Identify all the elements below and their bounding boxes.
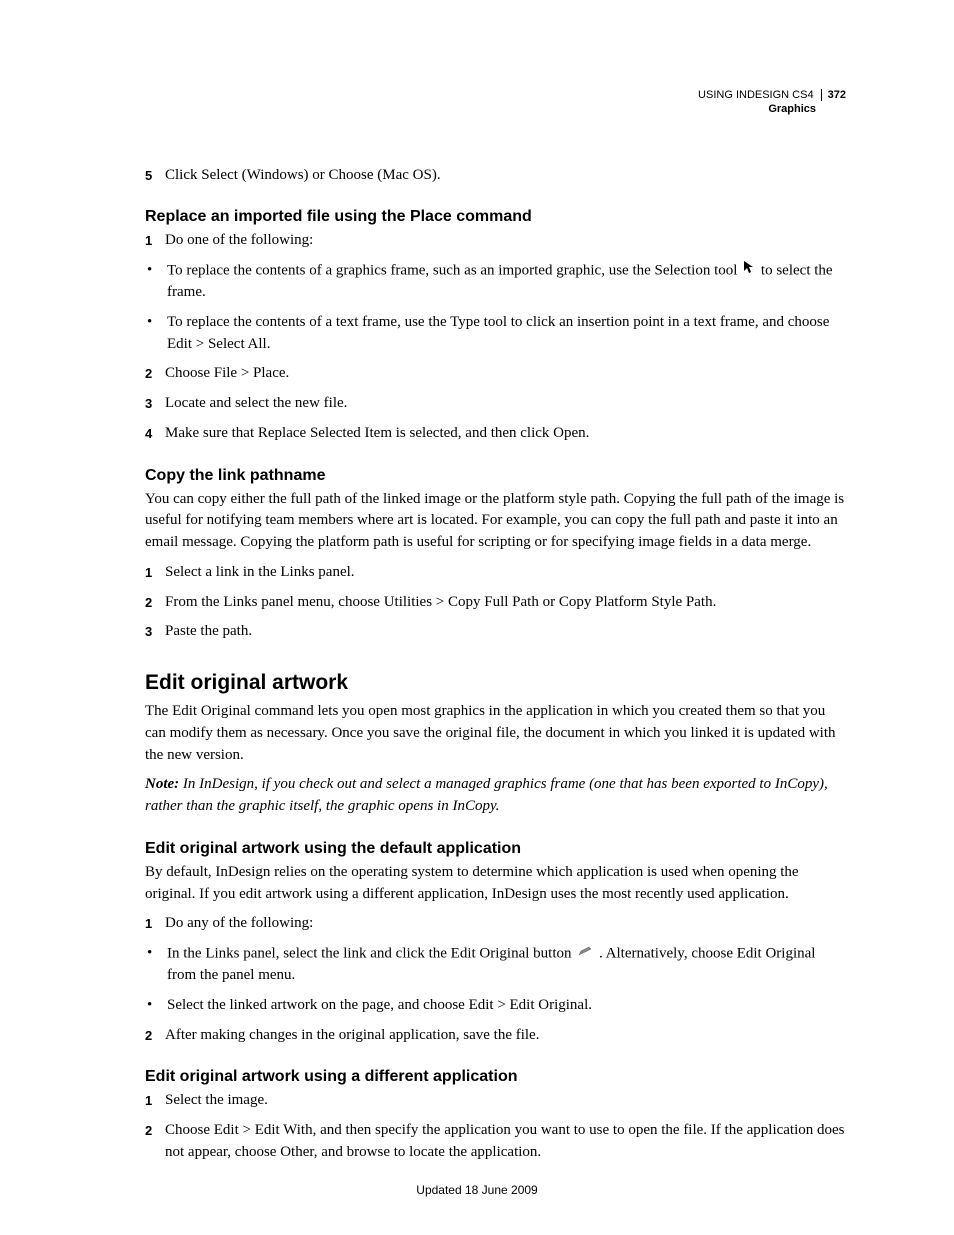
- note-label: Note:: [145, 776, 179, 792]
- replace-bullet-list: • To replace the contents of a graphics …: [145, 260, 846, 355]
- edit-default-bullet-list: • In the Links panel, select the link an…: [145, 943, 846, 1017]
- paragraph-edit-intro: The Edit Original command lets you open …: [145, 701, 846, 766]
- subheading-copy: Copy the link pathname: [145, 467, 846, 485]
- step-number: 2: [145, 592, 165, 614]
- step-number: 3: [145, 393, 165, 415]
- step-text: Paste the path.: [165, 621, 846, 643]
- step-number: 1: [145, 1090, 165, 1112]
- page-number: 372: [821, 89, 846, 101]
- subheading-replace: Replace an imported file using the Place…: [145, 208, 846, 226]
- section-heading-edit: Edit original artwork: [145, 671, 846, 695]
- subheading-edit-diff: Edit original artwork using a different …: [145, 1068, 846, 1086]
- list-item: 3 Locate and select the new file.: [145, 393, 846, 415]
- header-product: USING INDESIGN CS4 372: [698, 88, 846, 102]
- bullet-text: Select the linked artwork on the page, a…: [167, 995, 846, 1017]
- step-text: Select the image.: [165, 1090, 846, 1112]
- list-item: 4 Make sure that Replace Selected Item i…: [145, 423, 846, 445]
- step-text: Make sure that Replace Selected Item is …: [165, 423, 846, 445]
- list-item: 2 From the Links panel menu, choose Util…: [145, 592, 846, 614]
- edit-default-step-list: 1 Do any of the following:: [145, 913, 846, 935]
- replace-step-list: 1 Do one of the following:: [145, 230, 846, 252]
- paragraph-edit-default-intro: By default, InDesign relies on the opera…: [145, 862, 846, 906]
- step-number: 3: [145, 621, 165, 643]
- step-text: Choose Edit > Edit With, and then specif…: [165, 1120, 846, 1164]
- step-number: 2: [145, 1120, 165, 1164]
- bullet-text: In the Links panel, select the link and …: [167, 943, 846, 987]
- step-number: 5: [145, 165, 165, 187]
- list-item: • To replace the contents of a text fram…: [145, 312, 846, 356]
- bullet-marker: •: [145, 943, 167, 987]
- document-page: USING INDESIGN CS4 372 Graphics 5 Click …: [0, 0, 954, 1164]
- step-number: 4: [145, 423, 165, 445]
- step-text: Do any of the following:: [165, 913, 846, 935]
- step-number: 2: [145, 363, 165, 385]
- step-text: From the Links panel menu, choose Utilit…: [165, 592, 846, 614]
- list-item: • To replace the contents of a graphics …: [145, 260, 846, 304]
- selection-tool-icon: [743, 260, 755, 282]
- bullet-marker: •: [145, 260, 167, 304]
- bullet-marker: •: [145, 312, 167, 356]
- list-item: • In the Links panel, select the link an…: [145, 943, 846, 987]
- list-item: 3 Paste the path.: [145, 621, 846, 643]
- step-text: After making changes in the original app…: [165, 1025, 846, 1047]
- paragraph-note: Note: In InDesign, if you check out and …: [145, 774, 846, 818]
- header-section: Graphics: [145, 102, 846, 116]
- step-number: 1: [145, 562, 165, 584]
- list-item: 1 Do any of the following:: [145, 913, 846, 935]
- list-item: 2 Choose File > Place.: [145, 363, 846, 385]
- list-item: 2 After making changes in the original a…: [145, 1025, 846, 1047]
- note-text: In InDesign, if you check out and select…: [145, 776, 828, 814]
- list-item: 5 Click Select (Windows) or Choose (Mac …: [145, 165, 846, 187]
- list-item: 1 Do one of the following:: [145, 230, 846, 252]
- page-footer: Updated 18 June 2009: [0, 1183, 954, 1197]
- replace-step-list-cont: 2 Choose File > Place. 3 Locate and sele…: [145, 363, 846, 444]
- edit-original-icon: [577, 943, 593, 965]
- step-text: Choose File > Place.: [165, 363, 846, 385]
- paragraph-copy-intro: You can copy either the full path of the…: [145, 489, 846, 554]
- step-text: Select a link in the Links panel.: [165, 562, 846, 584]
- bullet-text: To replace the contents of a text frame,…: [167, 312, 846, 356]
- edit-diff-step-list: 1 Select the image. 2 Choose Edit > Edit…: [145, 1090, 846, 1163]
- bullet-text-part: To replace the contents of a graphics fr…: [167, 262, 741, 278]
- header-product-text: USING INDESIGN CS4: [698, 89, 814, 101]
- bullet-text: To replace the contents of a graphics fr…: [167, 260, 846, 304]
- continued-step-list: 5 Click Select (Windows) or Choose (Mac …: [145, 165, 846, 187]
- list-item: 1 Select the image.: [145, 1090, 846, 1112]
- copy-step-list: 1 Select a link in the Links panel. 2 Fr…: [145, 562, 846, 643]
- edit-default-step-list-cont: 2 After making changes in the original a…: [145, 1025, 846, 1047]
- step-number: 1: [145, 230, 165, 252]
- step-text: Locate and select the new file.: [165, 393, 846, 415]
- list-item: 2 Choose Edit > Edit With, and then spec…: [145, 1120, 846, 1164]
- step-text: Do one of the following:: [165, 230, 846, 252]
- step-number: 2: [145, 1025, 165, 1047]
- bullet-text-part: In the Links panel, select the link and …: [167, 945, 575, 961]
- step-text: Click Select (Windows) or Choose (Mac OS…: [165, 165, 846, 187]
- list-item: • Select the linked artwork on the page,…: [145, 995, 846, 1017]
- page-header: USING INDESIGN CS4 372 Graphics: [145, 88, 846, 117]
- bullet-marker: •: [145, 995, 167, 1017]
- step-number: 1: [145, 913, 165, 935]
- subheading-edit-default: Edit original artwork using the default …: [145, 840, 846, 858]
- list-item: 1 Select a link in the Links panel.: [145, 562, 846, 584]
